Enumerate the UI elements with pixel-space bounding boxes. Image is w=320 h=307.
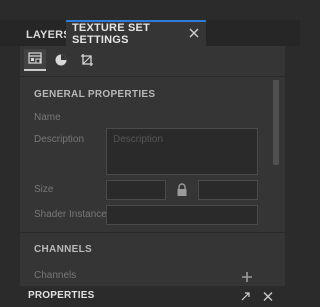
tab-bar: LAYERS TEXTURE SET SETTINGS: [0, 20, 300, 46]
name-label: Name: [34, 112, 61, 123]
tab-layers[interactable]: LAYERS: [22, 20, 71, 48]
tab-layers-label: LAYERS: [26, 29, 71, 41]
shader-instance-field[interactable]: [106, 205, 258, 225]
material-ball-icon[interactable]: [50, 49, 72, 71]
description-placeholder: Description: [113, 134, 164, 145]
tab-texture-set-settings[interactable]: TEXTURE SET SETTINGS: [66, 20, 206, 46]
size-label: Size: [34, 184, 54, 195]
description-field[interactable]: Description: [106, 128, 258, 175]
section-divider: [20, 232, 285, 233]
maximize-icon[interactable]: [240, 289, 252, 301]
plus-icon[interactable]: [242, 269, 252, 282]
size-height-field[interactable]: [198, 180, 258, 200]
texture-set-settings-panel: GENERAL PROPERTIES Name Description Desc…: [20, 46, 285, 286]
lock-icon[interactable]: [176, 183, 188, 197]
description-label: Description: [34, 134, 85, 145]
close-icon[interactable]: [186, 25, 202, 41]
properties-title: PROPERTIES: [28, 290, 95, 301]
size-width-field[interactable]: [106, 180, 166, 200]
close-icon[interactable]: [262, 289, 274, 301]
texture-set-list-icon[interactable]: [24, 49, 46, 71]
shader-instance-label: Shader Instance: [34, 209, 107, 220]
panel-toolbar: [20, 46, 285, 77]
uv-crop-icon[interactable]: [76, 49, 98, 71]
channels-label: Channels: [34, 270, 77, 281]
channels-title: CHANNELS: [34, 244, 92, 255]
panel-scrollbar[interactable]: [273, 80, 279, 165]
general-properties-title: GENERAL PROPERTIES: [34, 89, 156, 100]
top-strip: [0, 0, 300, 20]
